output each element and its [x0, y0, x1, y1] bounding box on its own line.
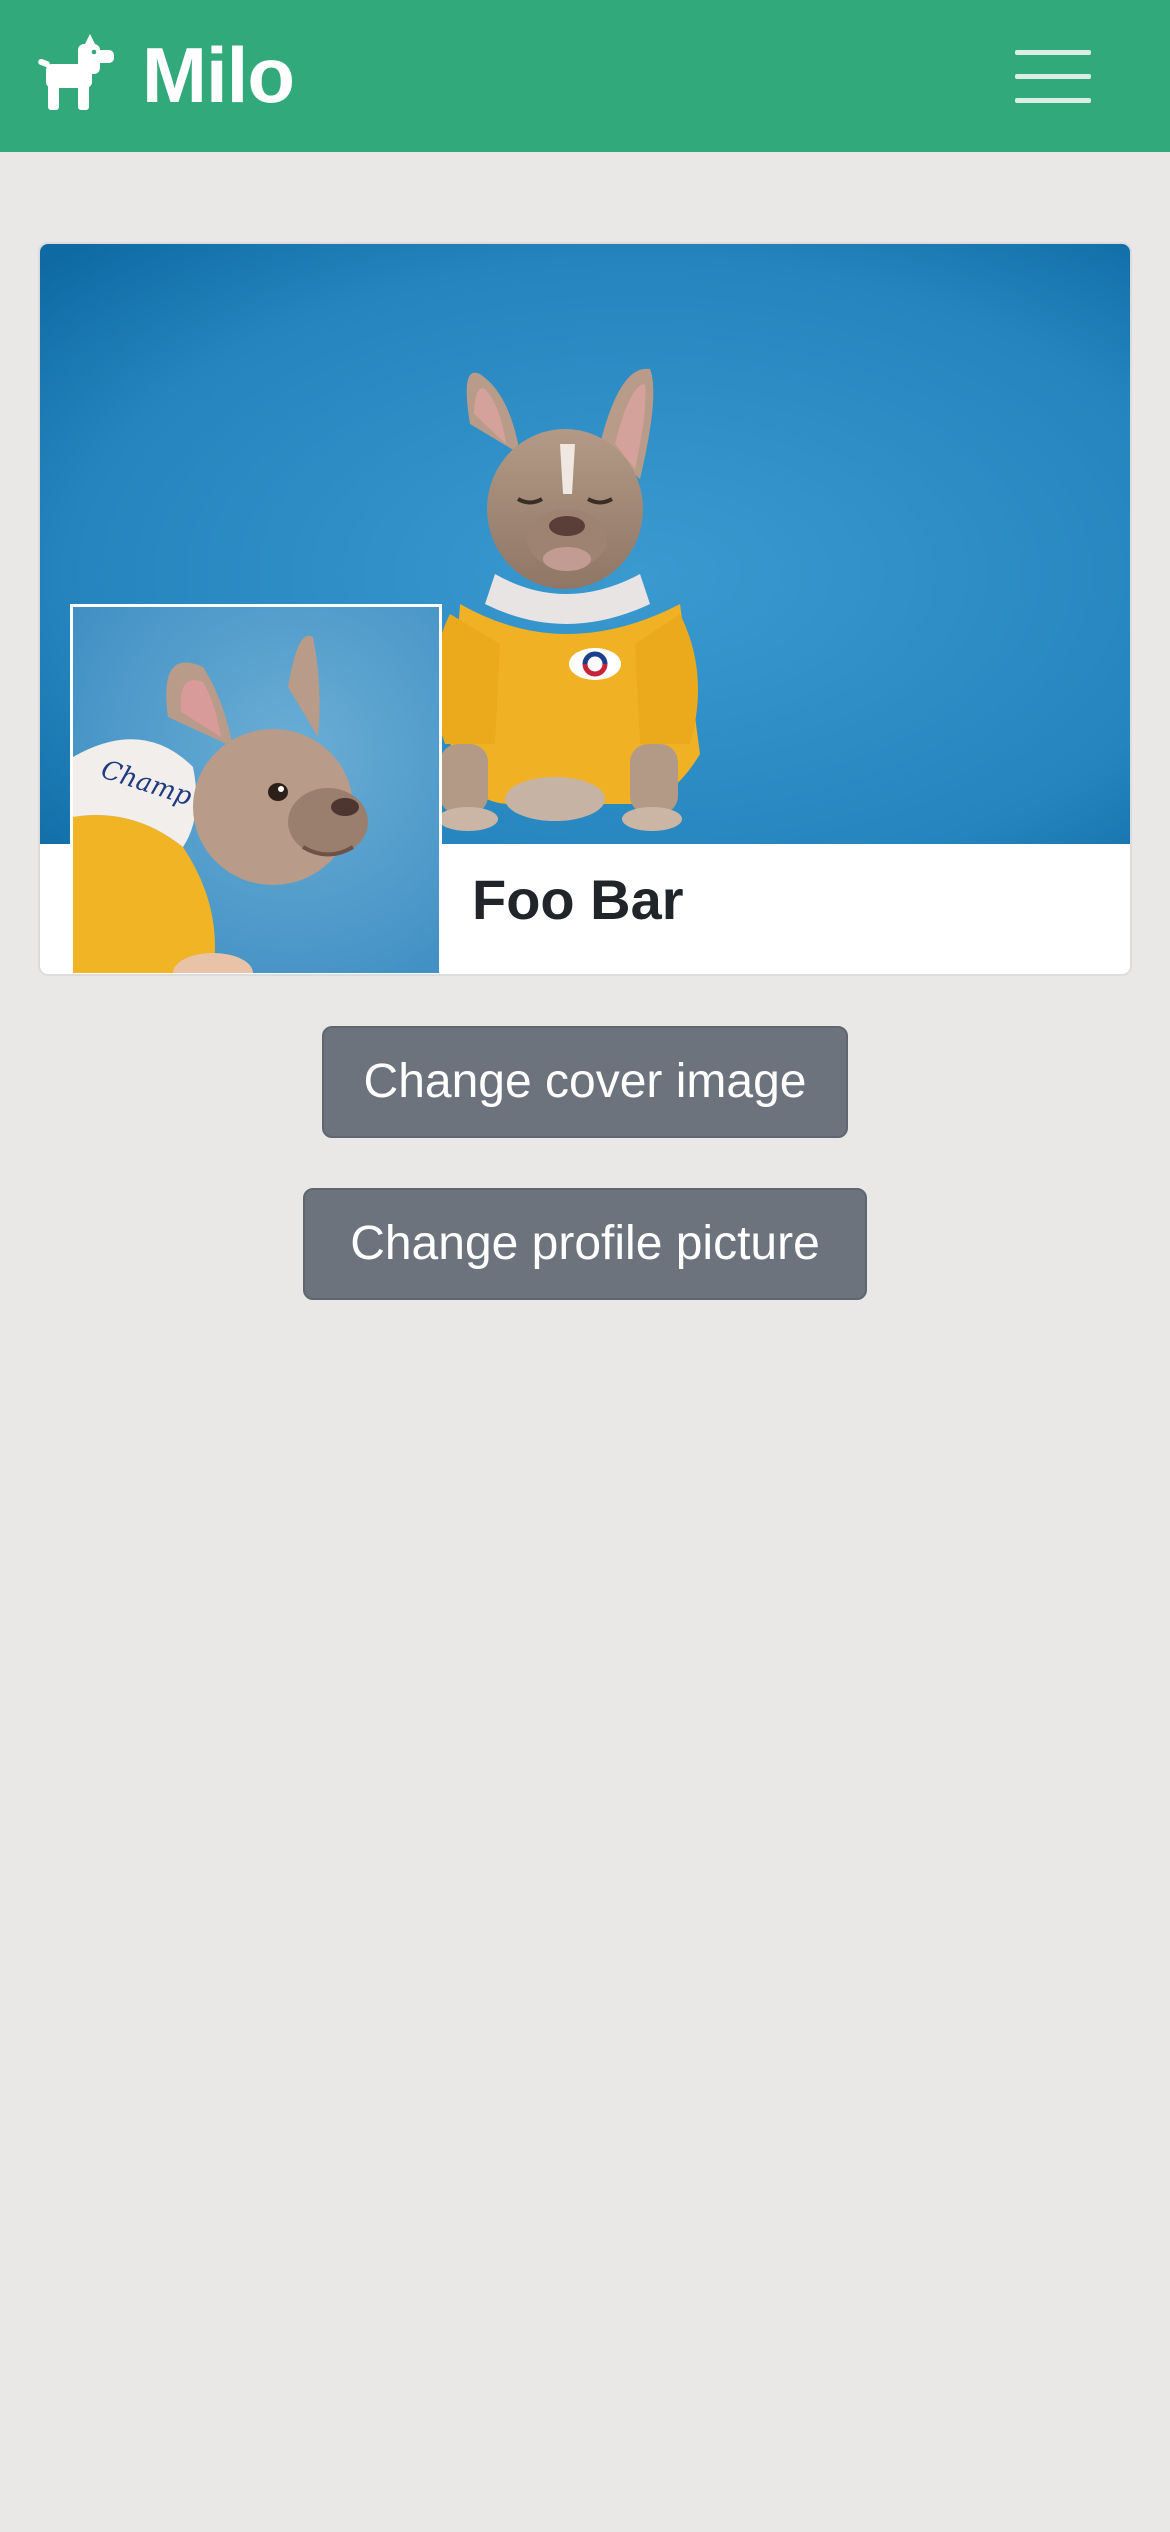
profile-card: Champ Foo Bar [38, 242, 1132, 976]
profile-picture[interactable]: Champ [70, 604, 442, 974]
brand-link[interactable]: Milo [36, 30, 295, 120]
navbar: Milo [0, 0, 1170, 152]
profile-name: Foo Bar [472, 868, 684, 931]
change-profile-picture-button[interactable]: Change profile picture [303, 1188, 867, 1300]
change-cover-image-button[interactable]: Change cover image [322, 1026, 848, 1138]
app-title: Milo [142, 31, 295, 119]
hamburger-menu-icon[interactable] [1003, 40, 1103, 112]
dog-icon [38, 34, 114, 110]
